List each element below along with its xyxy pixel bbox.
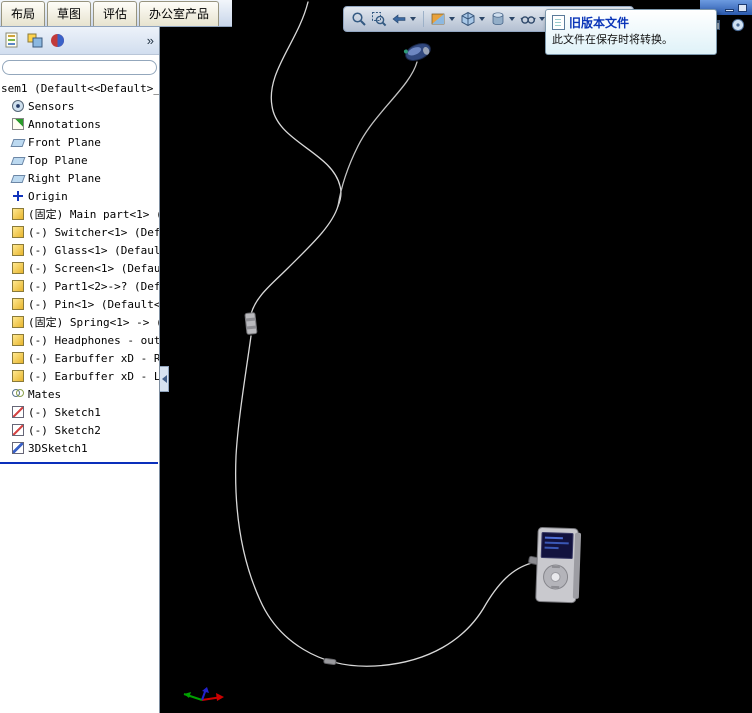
plane-icon [10, 174, 26, 183]
graphics-viewport[interactable]: 旧版本文件 此文件在保存时将转换。 [160, 0, 752, 713]
old-version-tooltip: 旧版本文件 此文件在保存时将转换。 [545, 9, 717, 55]
earphone-wires[interactable] [235, 1, 537, 667]
part-icon [12, 280, 24, 292]
featuremanager-tab-bar: » [0, 26, 159, 55]
zoom-area-icon[interactable] [370, 10, 388, 28]
panel-collapse-handle[interactable] [160, 366, 169, 392]
minimize-button[interactable] [725, 8, 734, 12]
featuremanager-tree-icon[interactable] [5, 32, 22, 49]
sensors-icon [12, 100, 24, 112]
tooltip-title: 旧版本文件 [569, 16, 630, 30]
section-view-icon[interactable] [429, 10, 447, 28]
plane-icon [10, 138, 26, 147]
part-icon [12, 334, 24, 346]
previous-view-icon[interactable] [390, 10, 408, 28]
zoom-fit-icon[interactable] [350, 10, 368, 28]
configuration-manager-icon[interactable] [27, 32, 44, 49]
part-icon [12, 226, 24, 238]
assembly-model[interactable] [160, 0, 752, 713]
part-icon [12, 352, 24, 364]
toolbar-separator [423, 11, 424, 27]
tree-item-assembly[interactable]: sem1 (Default<<Default>_Ap [0, 79, 159, 97]
commandmanager-tabs: 布局 草图 评估 办公室产品 [0, 0, 232, 27]
wire-merged [250, 205, 339, 315]
wire-left [270, 1, 342, 207]
appearance-manager-icon[interactable] [49, 32, 66, 49]
wire-slider-connector[interactable] [244, 312, 258, 335]
wire-lower [235, 335, 537, 667]
tree-item-headphones-output[interactable]: (-) Headphones - output p [0, 331, 159, 349]
part-icon [12, 298, 24, 310]
tab-evaluate[interactable]: 评估 [93, 1, 138, 26]
tree-item-front-plane[interactable]: Front Plane [0, 133, 159, 151]
tree-item-earbuffer-l[interactable]: (-) Earbuffer xD - L<1> ( [0, 367, 159, 385]
sketch-icon [12, 406, 24, 418]
tooltip-body: 此文件在保存时将转换。 [552, 34, 673, 46]
view-orientation-caret-icon[interactable] [479, 17, 485, 21]
old-file-icon [552, 15, 565, 30]
panel-overflow-chevron[interactable]: » [147, 34, 154, 47]
maximize-button[interactable] [738, 3, 747, 12]
tree-item-sensors[interactable]: Sensors [0, 97, 159, 115]
display-style-caret-icon[interactable] [509, 17, 515, 21]
tree-item-screen[interactable]: (-) Screen<1> (Default<<D [0, 259, 159, 277]
section-view-caret-icon[interactable] [449, 17, 455, 21]
tree-item-pin[interactable]: (-) Pin<1> (Default<<Defa [0, 295, 159, 313]
tree-item-earbuffer-r[interactable]: (-) Earbuffer xD - R<1> ( [0, 349, 159, 367]
part-icon [12, 262, 24, 274]
tree-item-spring[interactable]: (固定) Spring<1> -> (Defau [0, 313, 159, 331]
sketch-icon [12, 424, 24, 436]
annotations-icon [12, 118, 24, 130]
tree-item-top-plane[interactable]: Top Plane [0, 151, 159, 169]
part-icon [12, 370, 24, 382]
orientation-triad [183, 687, 224, 701]
help-icon[interactable] [730, 17, 746, 33]
part-icon [12, 208, 24, 220]
featuremanager-panel: » sem1 (Default<<Default>_Ap Sensors Ann… [0, 26, 160, 713]
tree-item-origin[interactable]: Origin [0, 187, 159, 205]
tooltip-title-row: 旧版本文件 [552, 14, 710, 31]
feature-tree: sem1 (Default<<Default>_Ap Sensors Annot… [0, 79, 159, 464]
tree-item-main-part[interactable]: (固定) Main part<1> (Defau [0, 205, 159, 223]
part-icon [12, 244, 24, 256]
feature-filter-input[interactable] [2, 60, 157, 75]
previous-view-caret-icon[interactable] [410, 17, 416, 21]
tree-item-sketch2[interactable]: (-) Sketch2 [0, 421, 159, 439]
tab-office-products[interactable]: 办公室产品 [139, 1, 220, 26]
tree-item-annotations[interactable]: Annotations [0, 115, 159, 133]
tree-item-part1[interactable]: (-) Part1<2>->? (Default< [0, 277, 159, 295]
tab-sketch[interactable]: 草图 [47, 1, 92, 26]
earbud[interactable] [403, 40, 433, 64]
origin-icon [12, 190, 24, 202]
tab-layout[interactable]: 布局 [1, 1, 46, 26]
tree-item-glass[interactable]: (-) Glass<1> (Default<<De [0, 241, 159, 259]
tree-item-3dsketch1[interactable]: 3DSketch1 [0, 439, 159, 457]
tree-item-right-plane[interactable]: Right Plane [0, 169, 159, 187]
mates-icon [12, 388, 24, 400]
view-orientation-icon[interactable] [459, 10, 477, 28]
cable-joint[interactable] [323, 657, 337, 666]
display-style-icon[interactable] [489, 10, 507, 28]
rollback-bar[interactable] [0, 462, 158, 464]
tree-item-sketch1[interactable]: (-) Sketch1 [0, 403, 159, 421]
solidworks-window: 布局 草图 评估 办公室产品 旧版本文件 此文件在保存时将转换。 » sem1 … [0, 0, 752, 713]
plane-icon [10, 156, 26, 165]
wire-right [337, 61, 418, 207]
sketch3d-icon [12, 442, 24, 454]
part-icon [12, 316, 24, 328]
hide-show-items-icon[interactable] [519, 10, 537, 28]
tree-item-mates[interactable]: Mates [0, 385, 159, 403]
tree-item-switcher[interactable]: (-) Switcher<1> (Default< [0, 223, 159, 241]
mp3-player[interactable] [535, 526, 582, 604]
